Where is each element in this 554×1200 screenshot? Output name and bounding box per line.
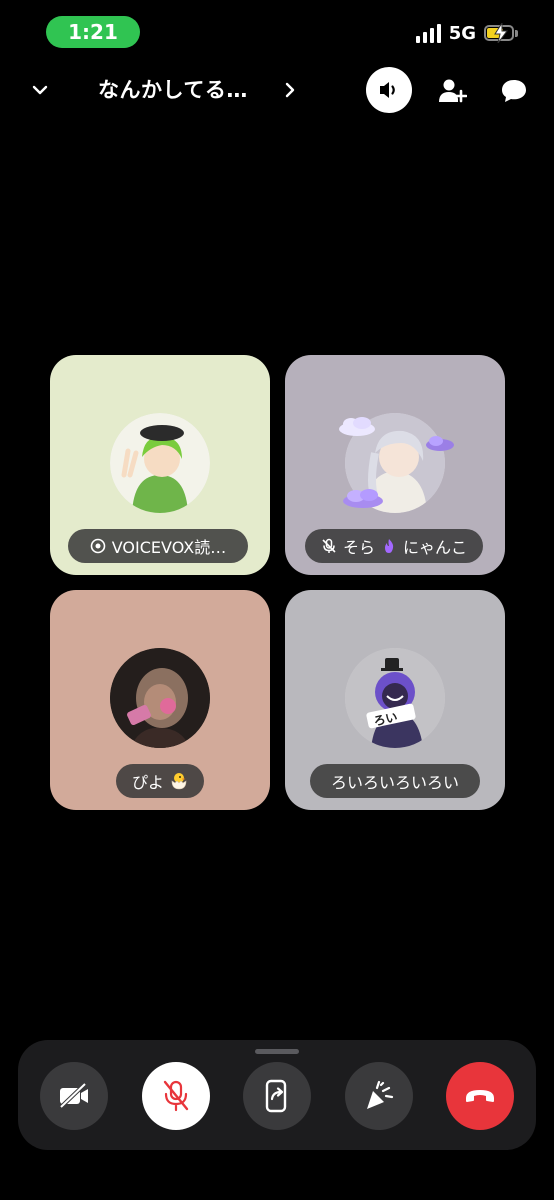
signal-icon — [415, 23, 441, 43]
mic-muted-icon — [322, 538, 336, 553]
cloud-decoration — [426, 436, 454, 451]
screen-share-button[interactable] — [243, 1062, 311, 1130]
camera-off-icon — [59, 1082, 88, 1109]
avatar: ろい — [345, 648, 445, 748]
network-type: 5G — [448, 22, 476, 44]
effects-button[interactable] — [345, 1062, 413, 1130]
participant-name: ろいろいろいろい — [330, 773, 459, 792]
purple-flame-icon — [385, 539, 394, 553]
participant-tile[interactable]: ぴよ — [50, 590, 270, 810]
speaker-button[interactable] — [366, 67, 412, 113]
chevron-right-icon[interactable] — [280, 80, 300, 100]
status-indicators: 5G — [415, 20, 518, 46]
chevron-down-icon[interactable] — [30, 80, 50, 100]
status-time-pill: 1:21 — [46, 16, 140, 48]
avatar — [110, 413, 210, 513]
avatar — [110, 648, 210, 748]
participant-nameplate: VOICEVOX読… — [68, 529, 248, 563]
hatching-chick-icon — [171, 773, 187, 790]
end-call-button[interactable] — [446, 1062, 514, 1130]
participant-tile[interactable]: VOICEVOX読… — [50, 355, 270, 575]
participant-nameplate: ろいろいろいろい — [310, 764, 480, 798]
mic-toggle-button[interactable] — [142, 1062, 210, 1130]
participant-name: VOICEVOX読… — [111, 538, 227, 557]
voicevox-icon — [90, 538, 106, 554]
camera-toggle-button[interactable] — [40, 1062, 108, 1130]
status-time: 1:21 — [68, 20, 118, 44]
chat-icon[interactable] — [500, 78, 528, 104]
call-title[interactable]: なんかしてる… — [98, 74, 248, 104]
battery-tip — [515, 29, 518, 37]
cloud-decoration — [343, 489, 383, 508]
battery-icon — [484, 23, 514, 43]
participant-nameplate: そら にゃんこ — [305, 529, 483, 563]
add-user-icon[interactable] — [437, 77, 467, 105]
participant-extra-name: にゃんこ — [403, 538, 468, 557]
hang-up-icon — [466, 1090, 494, 1102]
participant-nameplate: ぴよ — [116, 764, 204, 798]
participant-tile[interactable]: そら にゃんこ — [285, 355, 505, 575]
drag-handle[interactable] — [255, 1049, 299, 1054]
participant-tile[interactable]: ろい ろいろいろいろい — [285, 590, 505, 810]
participant-name: そら — [342, 538, 375, 557]
speaker-icon — [380, 82, 395, 98]
mic-off-icon — [163, 1080, 189, 1112]
screen-share-icon — [265, 1079, 287, 1113]
participant-name: ぴよ — [131, 773, 164, 792]
party-popper-icon — [367, 1080, 394, 1109]
cloud-decoration — [339, 417, 375, 436]
